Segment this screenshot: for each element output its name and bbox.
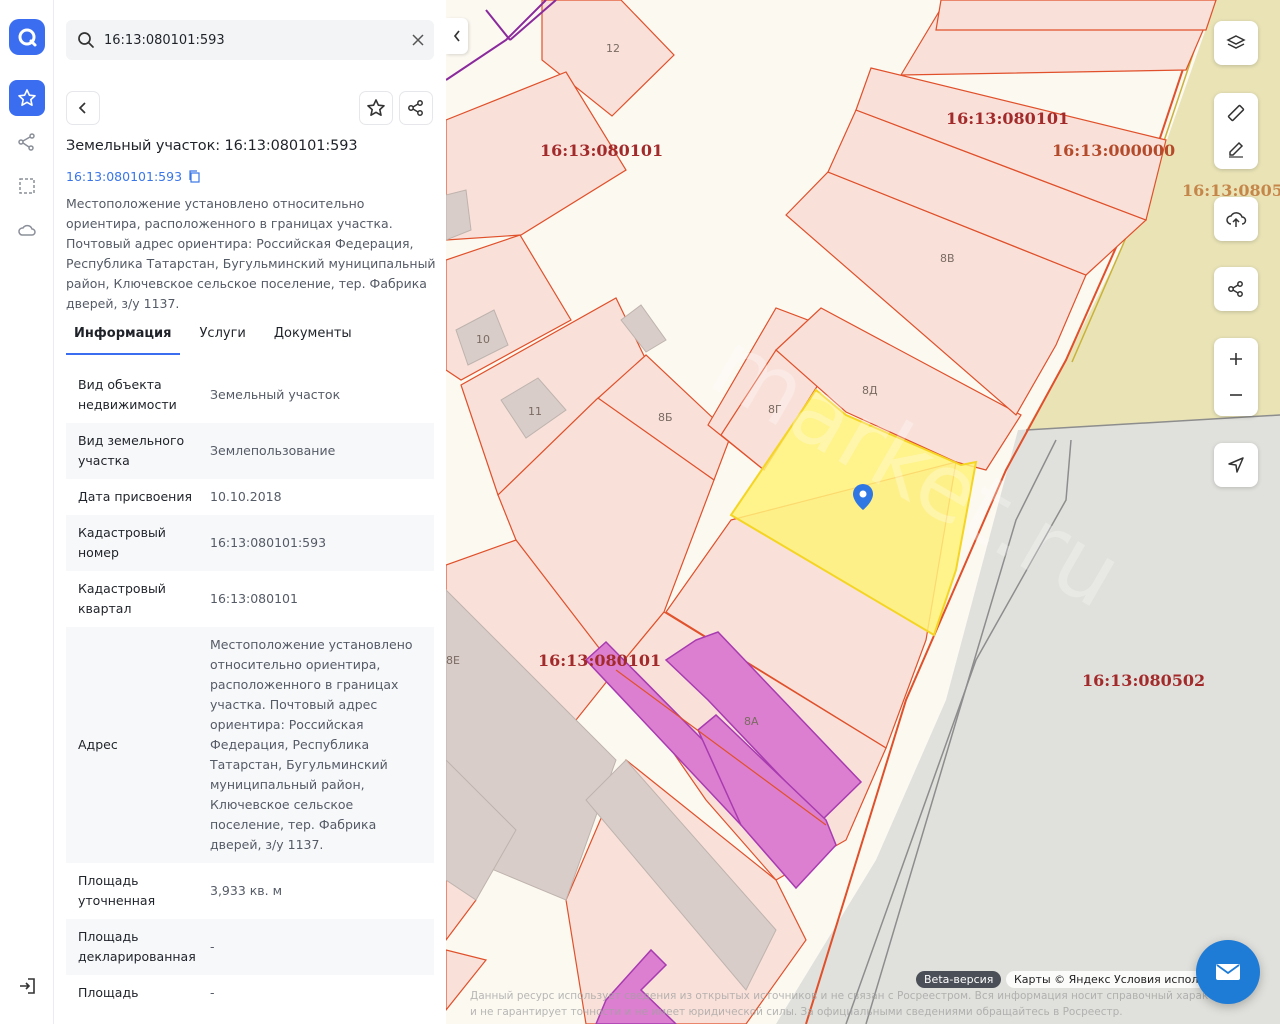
clear-search-icon[interactable] <box>402 34 434 46</box>
row-value: Земельный участок <box>210 387 341 402</box>
row-key: Площадь <box>78 985 139 1000</box>
row-value: Землепользование <box>210 443 336 458</box>
share-button[interactable] <box>399 91 433 125</box>
upload-button[interactable] <box>1214 197 1258 241</box>
row-key: Дата присвоения <box>78 489 192 504</box>
parcel-number-label: 8В <box>940 252 955 265</box>
ruler-button[interactable] <box>1214 95 1258 131</box>
cadastral-map[interactable]: market.ru 16:13:080101 16:13:080101 16:1… <box>446 0 1280 1024</box>
search-icon <box>68 31 104 49</box>
select-area-icon[interactable] <box>9 168 45 204</box>
row-key: Площадь декларированная <box>78 929 196 964</box>
row-key: Кадастровый квартал <box>78 581 166 616</box>
parcel-number-label: 11 <box>528 405 542 418</box>
disclaimer-text: Данный ресурс использует сведения из отк… <box>470 990 1228 1018</box>
favorite-button[interactable] <box>359 91 393 125</box>
cadastral-quarter-label: 16:13:080101 <box>538 651 661 670</box>
row-value: 10.10.2018 <box>210 489 282 504</box>
left-rail <box>0 0 54 1024</box>
chevron-left-icon <box>453 30 460 42</box>
share-icon <box>408 100 423 116</box>
parcel-number-label: 10 <box>476 333 490 346</box>
cadastral-quarter-label: 16:13:000000 <box>1052 141 1175 160</box>
route-icon[interactable] <box>9 124 45 160</box>
table-row: Площадь декларированная - <box>66 919 434 975</box>
table-row: Площадь - <box>66 975 434 1011</box>
map-attribution[interactable]: Карты © Яндекс Условия испол <box>1006 971 1207 988</box>
tab-information[interactable]: Информация <box>66 322 180 355</box>
row-value: Местоположение установлено относительно … <box>210 637 413 852</box>
table-row: Кадастровый квартал 16:13:080101 <box>66 571 434 627</box>
star-icon[interactable] <box>9 80 45 116</box>
locate-button[interactable] <box>1214 443 1258 487</box>
table-row: Дата присвоения 10.10.2018 <box>66 479 434 515</box>
parcel-number-label: 12 <box>606 42 620 55</box>
cloud-upload-icon <box>1226 212 1247 227</box>
parcel <box>935 0 1217 31</box>
tab-bar: Информация Услуги Документы <box>66 322 372 355</box>
collapse-panel-button[interactable] <box>446 18 468 54</box>
zoom-out-button[interactable] <box>1214 377 1258 413</box>
cadastral-quarter-label: 16:13:080101 <box>946 109 1069 128</box>
table-row: Адрес Местоположение установлено относите… <box>66 627 434 863</box>
row-key: Вид объекта недвижимости <box>78 377 177 412</box>
row-value: - <box>210 985 215 1000</box>
table-row: Вид объекта недвижимости Земельный участо… <box>66 367 434 423</box>
row-key: Площадь уточненная <box>78 873 156 908</box>
cadastral-link[interactable]: 16:13:080101:593 <box>66 169 201 184</box>
cadastral-quarter-label: 16:13:080502 <box>1082 671 1205 690</box>
row-key: Вид земельного участка <box>78 433 185 468</box>
minus-icon <box>1230 394 1242 396</box>
row-value: 16:13:080101 <box>210 591 298 606</box>
parcel-number-label: 8Д <box>862 384 878 397</box>
cadastral-quarter-label: 16:13:080101 <box>540 141 663 160</box>
row-value: 3,933 кв. м <box>210 883 283 898</box>
draw-tools-group <box>1214 93 1258 169</box>
cloud-icon[interactable] <box>9 212 45 248</box>
feedback-button[interactable] <box>1196 940 1260 1004</box>
zoom-in-button[interactable] <box>1214 341 1258 377</box>
layers-button[interactable] <box>1214 21 1258 65</box>
table-row: Кадастровый номер 16:13:080101:593 <box>66 515 434 571</box>
edit-button[interactable] <box>1214 131 1258 167</box>
edit-icon <box>1229 141 1244 158</box>
table-row: Вид земельного участка Землепользование <box>66 423 434 479</box>
info-table: Вид объекта недвижимости Земельный участо… <box>66 367 434 1011</box>
plus-icon <box>1230 353 1242 365</box>
table-row: Площадь уточненная 3,933 кв. м <box>66 863 434 919</box>
cadastral-link-text[interactable]: 16:13:080101:593 <box>66 169 182 184</box>
ruler-icon <box>1227 104 1245 122</box>
mail-icon <box>1216 964 1240 980</box>
map-share-button[interactable] <box>1214 267 1258 311</box>
map-canvas[interactable]: market.ru 16:13:080101 16:13:080101 16:1… <box>446 0 1280 1024</box>
tab-services[interactable]: Услуги <box>192 322 254 355</box>
app-logo-icon[interactable] <box>9 19 45 55</box>
search-input[interactable] <box>104 32 402 48</box>
back-button[interactable] <box>66 91 100 125</box>
object-description: Местоположение установлено относительно … <box>66 196 436 311</box>
row-value: - <box>210 939 215 954</box>
parcel-number-label: 8Г <box>768 403 782 416</box>
page-title: Земельный участок: 16:13:080101:593 <box>66 138 358 154</box>
info-panel: Земельный участок: 16:13:080101:593 16:1… <box>54 0 446 1024</box>
navigation-arrow-icon <box>1228 457 1244 473</box>
beta-badge: Beta-версия <box>916 971 1002 988</box>
parcel-number-label: 8А <box>744 715 759 728</box>
layers-icon <box>1226 35 1246 49</box>
tab-documents[interactable]: Документы <box>266 322 360 355</box>
row-key: Адрес <box>78 737 118 752</box>
zoom-group <box>1214 338 1258 416</box>
search-bar <box>66 20 434 60</box>
parcel-number-label: 8Е <box>446 654 460 667</box>
copy-icon[interactable] <box>188 170 201 183</box>
parcel-number-label: 8Б <box>658 411 673 424</box>
logout-icon[interactable] <box>9 968 45 1004</box>
star-icon <box>367 99 385 116</box>
share-icon <box>1228 281 1243 297</box>
row-value: 16:13:080101:593 <box>210 535 327 550</box>
row-key: Кадастровый номер <box>78 525 166 560</box>
chevron-left-icon <box>78 102 86 114</box>
